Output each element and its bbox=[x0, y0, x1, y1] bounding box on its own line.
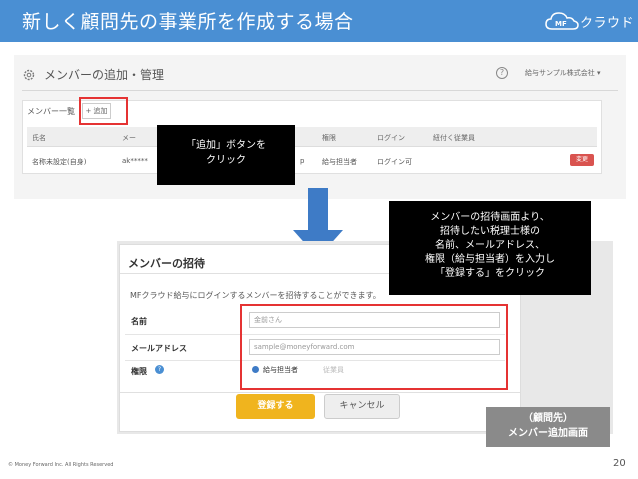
column-login: ログイン bbox=[377, 134, 405, 142]
cell-role: 給与担当者 bbox=[322, 158, 357, 166]
caption-line2: メンバー追加画面 bbox=[508, 428, 588, 439]
column-role: 権限 bbox=[322, 134, 336, 142]
callout-invite-line2: 招待したい税理士様の bbox=[440, 226, 540, 237]
callout-add-line2: クリック bbox=[206, 155, 246, 166]
callout-invite-line3: 名前、メールアドレス、 bbox=[435, 240, 545, 251]
help-icon[interactable]: ? bbox=[496, 67, 508, 79]
column-name: 氏名 bbox=[32, 134, 46, 142]
company-selector[interactable]: 給与サンプル株式会社 ▾ bbox=[525, 68, 601, 78]
callout-add-button: 「追加」ボタンを クリック bbox=[157, 125, 295, 185]
settings-title: メンバーの追加・管理 bbox=[44, 68, 165, 82]
callout-invite-line4: 権限（給与担当者）を入力し bbox=[425, 254, 555, 265]
cancel-button[interactable]: キャンセル bbox=[324, 394, 400, 419]
form-highlight bbox=[240, 304, 508, 390]
logo-text: クラウド bbox=[580, 15, 635, 31]
callout-invite-line5: 「登録する」をクリック bbox=[435, 268, 545, 279]
member-list-label: メンバー一覧 bbox=[27, 107, 75, 116]
name-label: 名前 bbox=[131, 317, 147, 326]
gear-icon bbox=[23, 69, 35, 80]
role-label: 権限 bbox=[131, 367, 147, 376]
cloud-icon: MF bbox=[545, 11, 579, 31]
divider bbox=[22, 90, 618, 91]
copyright: © Money Forward Inc. All Rights Reserved bbox=[8, 462, 114, 468]
brand-logo: MF クラウド bbox=[545, 9, 634, 33]
info-icon[interactable]: ? bbox=[155, 365, 164, 374]
column-linked-employee: 紐付く従業員 bbox=[433, 134, 475, 142]
change-button[interactable]: 変更 bbox=[570, 154, 594, 166]
settings-heading: メンバーの追加・管理 bbox=[22, 66, 164, 83]
caption-line1: （顧問先） bbox=[523, 413, 573, 424]
cell-name: 名称未設定(自身) bbox=[32, 158, 87, 166]
table-header bbox=[27, 127, 597, 147]
dialog-title: メンバーの招待 bbox=[128, 257, 205, 270]
divider bbox=[120, 392, 520, 393]
register-button[interactable]: 登録する bbox=[236, 394, 315, 419]
callout-invite: メンバーの招待画面より、 招待したい税理士様の 名前、メールアドレス、 権限（給… bbox=[389, 201, 591, 295]
cell-login: ログイン可 bbox=[377, 158, 412, 166]
email-label: メールアドレス bbox=[131, 344, 187, 353]
logo-mark: MF bbox=[555, 20, 567, 28]
callout-invite-line1: メンバーの招待画面より、 bbox=[430, 212, 550, 223]
cell-email: ak***** bbox=[122, 157, 148, 165]
cell-email-tail: p bbox=[300, 157, 305, 165]
dialog-description: MFクラウド給与にログインするメンバーを招待することができます。 bbox=[130, 291, 381, 300]
screen-caption: （顧問先） メンバー追加画面 bbox=[486, 407, 610, 447]
column-email: メー bbox=[122, 134, 136, 142]
page-title: 新しく顧問先の事業所を作成する場合 bbox=[22, 11, 354, 33]
page-number: 20 bbox=[613, 458, 626, 469]
callout-add-line1: 「追加」ボタンを bbox=[186, 140, 266, 151]
add-button-highlight bbox=[79, 97, 128, 125]
